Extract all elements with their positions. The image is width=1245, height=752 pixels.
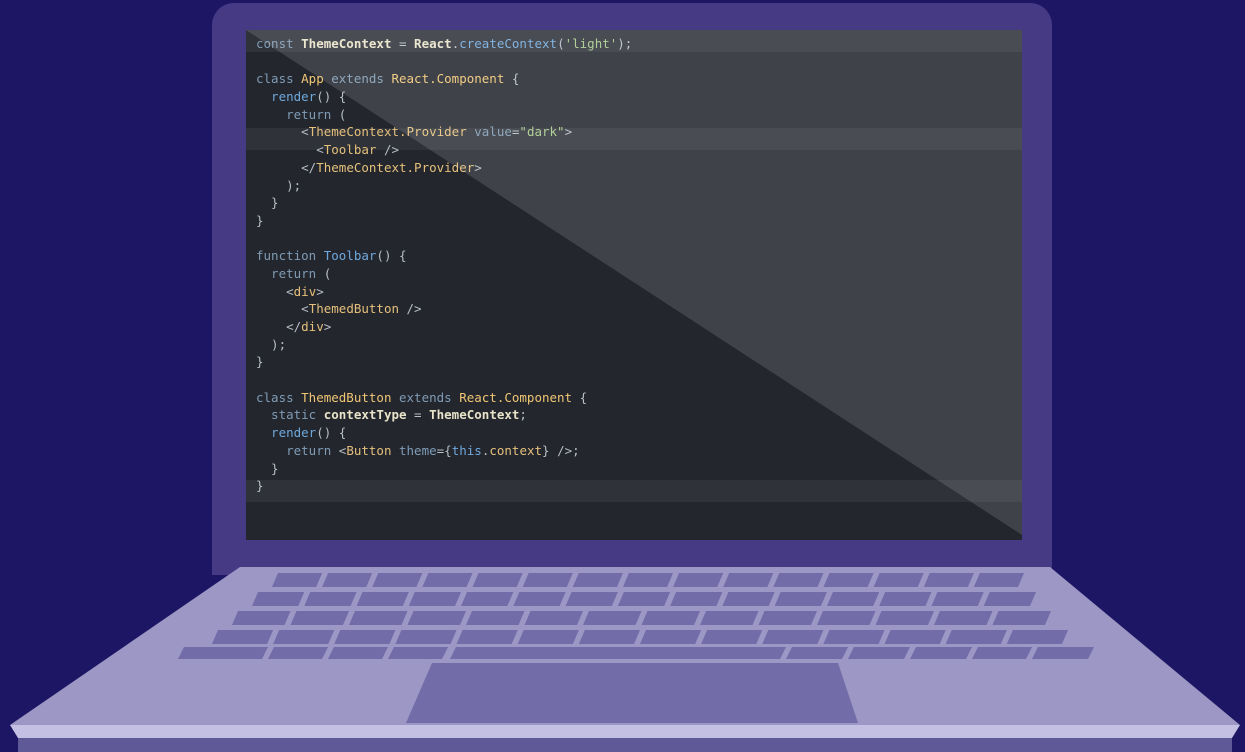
keyboard-key	[722, 592, 775, 606]
keyboard-key	[304, 592, 357, 606]
keyboard-key	[517, 630, 579, 644]
keyboard-key	[817, 611, 876, 625]
keyboard-key	[422, 573, 473, 587]
keyboard-key	[983, 592, 1036, 606]
base-shadow	[18, 738, 1232, 752]
keyboard-key	[700, 611, 759, 625]
keyboard-key	[524, 611, 583, 625]
keyboard-key	[1006, 630, 1068, 644]
keyboard-key	[268, 647, 328, 659]
base-front-edge	[10, 725, 1240, 738]
keyboard-key	[972, 647, 1032, 659]
keyboard-key	[272, 573, 323, 587]
keyboard-key	[617, 592, 671, 606]
keyboard-key	[349, 611, 408, 625]
keyboard-key	[973, 573, 1024, 587]
keyboard-key	[879, 592, 932, 606]
keyboard-key	[875, 611, 934, 625]
keyboard-key	[178, 647, 268, 659]
keyboard-key	[456, 630, 518, 644]
keyboard-key	[328, 647, 388, 659]
keyboard-key	[774, 592, 827, 606]
keyboard-key	[723, 573, 774, 587]
keyboard-key	[356, 592, 409, 606]
keyboard-key	[466, 611, 525, 625]
keyboard-key	[848, 647, 910, 659]
keyboard-key	[945, 630, 1007, 644]
keyboard-key	[472, 573, 523, 587]
keyboard-key	[522, 573, 573, 587]
keyboard-key	[212, 630, 274, 644]
keyboard-key	[823, 573, 874, 587]
keyboard-key	[673, 573, 724, 587]
keyboard-key	[640, 630, 702, 644]
keyboard-key	[934, 611, 993, 625]
keyboard-key	[583, 611, 642, 625]
keyboard-key	[273, 630, 335, 644]
trackpad	[406, 663, 858, 723]
keyboard-key	[826, 592, 880, 606]
keyboard-key	[334, 630, 396, 644]
keyboard-key	[232, 611, 291, 625]
keyboard-key	[701, 630, 763, 644]
keyboard-key	[395, 630, 457, 644]
keyboard-key	[670, 592, 723, 606]
keyboard-key	[762, 630, 824, 644]
keyboard-key	[641, 611, 700, 625]
keyboard-key	[565, 592, 618, 606]
keyboard-key	[786, 647, 848, 659]
keyboard-key	[252, 592, 305, 606]
keyboard-key	[372, 573, 423, 587]
keyboard-key	[578, 630, 640, 644]
keyboard-key	[992, 611, 1051, 625]
laptop-base	[10, 540, 1240, 752]
keyboard-key	[873, 573, 924, 587]
laptop-illustration: const ThemeContext = React.createContext…	[0, 0, 1245, 752]
keyboard-key	[1032, 647, 1094, 659]
keyboard-key	[758, 611, 817, 625]
keyboard-key	[923, 573, 974, 587]
keyboard-key	[773, 573, 824, 587]
keyboard-key	[388, 647, 448, 659]
keyboard-key	[823, 630, 885, 644]
keyboard-key	[290, 611, 349, 625]
lid-bottom-bezel	[212, 540, 1052, 568]
keyboard-key	[407, 611, 466, 625]
keyboard-key	[931, 592, 984, 606]
keyboard-key	[408, 592, 462, 606]
keyboard-key	[461, 592, 514, 606]
keyboard-key	[322, 573, 373, 587]
keyboard-key	[884, 630, 946, 644]
keyboard-key	[622, 573, 674, 587]
keyboard-key	[910, 647, 972, 659]
keyboard-key	[450, 647, 786, 659]
keyboard-key	[513, 592, 566, 606]
keyboard-key	[572, 573, 623, 587]
